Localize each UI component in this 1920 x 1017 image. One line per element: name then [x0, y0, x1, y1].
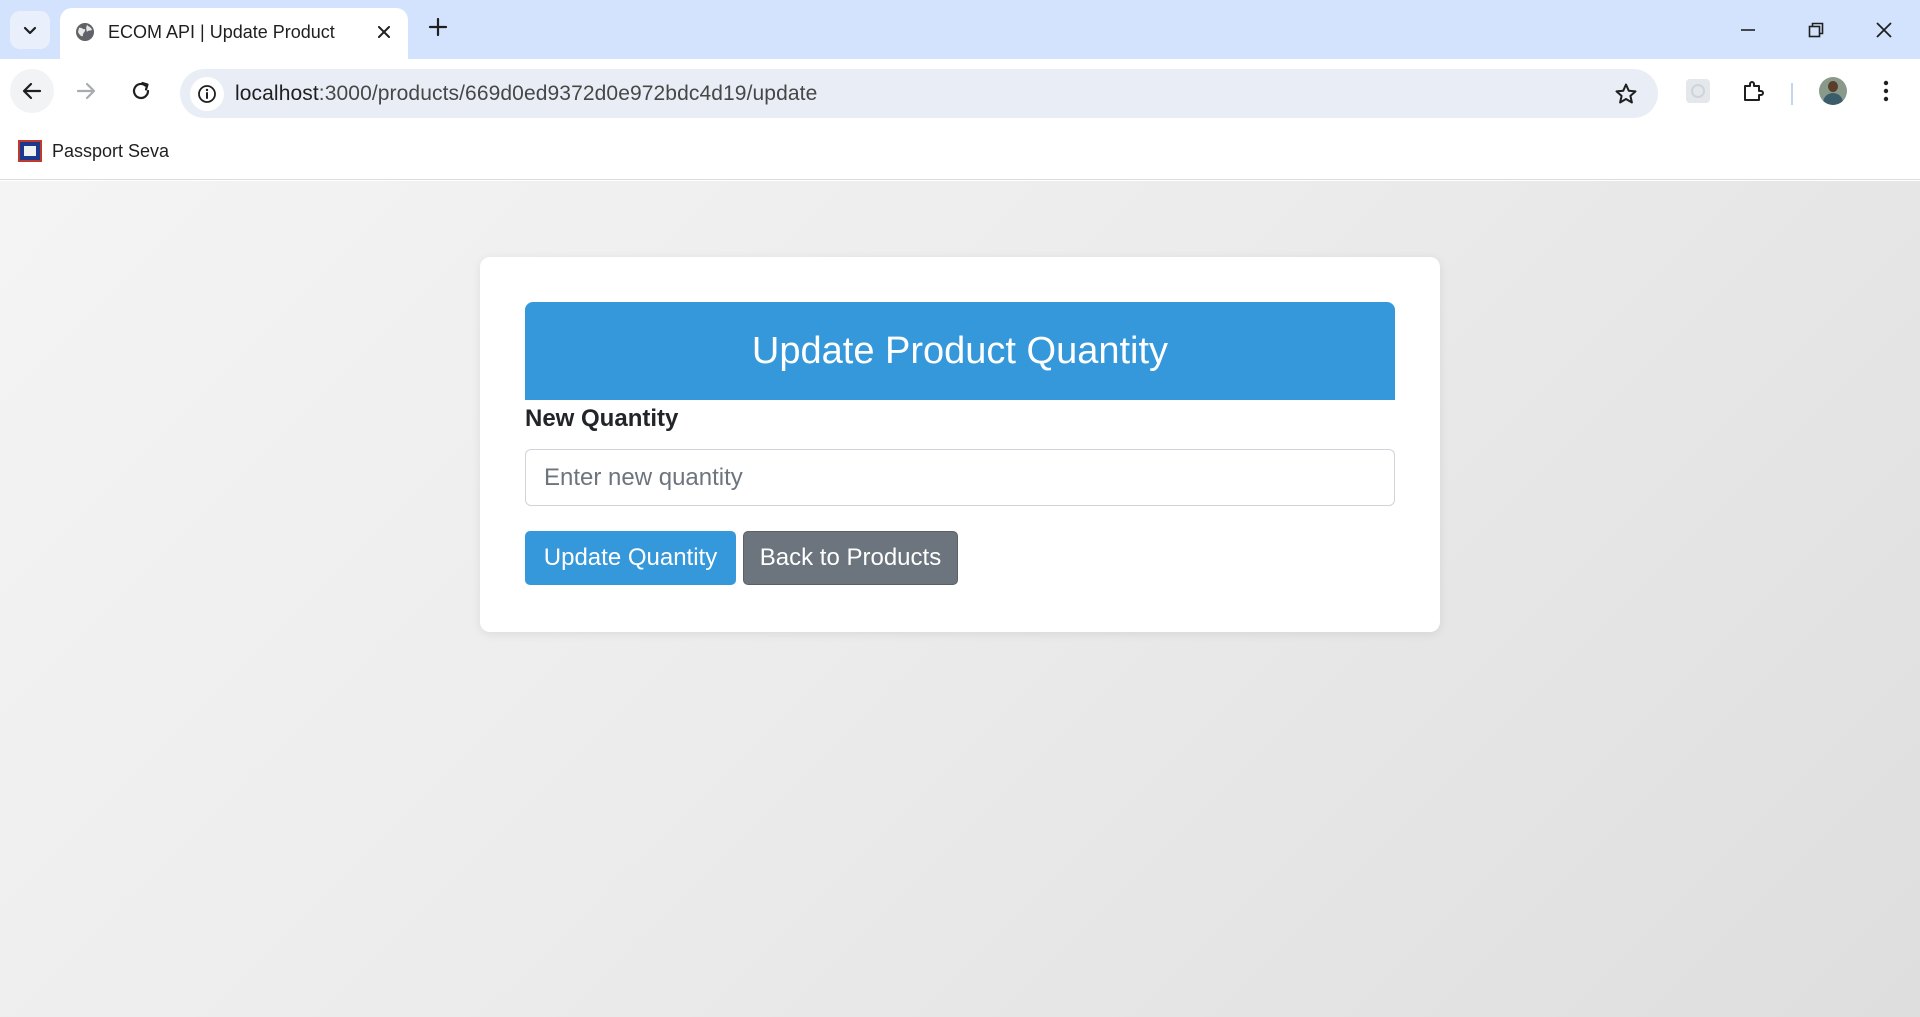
url-host: localhost — [235, 82, 319, 105]
tab-close-button[interactable] — [372, 20, 396, 44]
browser-menu-button[interactable] — [1864, 69, 1908, 113]
bookmark-label: Passport Seva — [52, 140, 170, 161]
extensions-menu-button[interactable] — [1731, 69, 1775, 113]
tab-title: ECOM API | Update Product — [108, 22, 335, 42]
extension-button[interactable] — [1676, 69, 1720, 113]
restore-button[interactable] — [1794, 8, 1838, 52]
new-tab-button[interactable] — [423, 12, 453, 42]
quantity-input[interactable] — [525, 449, 1395, 506]
page-background: Update Product Quantity New Quantity Upd… — [0, 181, 1920, 1017]
more-vertical-icon — [1883, 80, 1889, 102]
arrow-left-icon — [22, 82, 42, 100]
globe-icon — [76, 23, 94, 41]
reload-button[interactable] — [119, 69, 163, 113]
plus-icon — [428, 17, 448, 37]
update-form-card: Update Product Quantity New Quantity Upd… — [480, 257, 1440, 632]
passport-seva-favicon-icon — [18, 140, 42, 162]
active-tab[interactable]: ECOM API | Update Product — [60, 8, 408, 59]
toolbar-divider — [1791, 83, 1793, 105]
close-icon — [378, 26, 390, 38]
back-button[interactable] — [10, 69, 54, 113]
chevron-down-icon — [23, 26, 37, 35]
forward-button[interactable] — [64, 69, 108, 113]
info-icon — [198, 85, 216, 103]
tab-search-button[interactable] — [10, 11, 50, 49]
site-info-button[interactable] — [190, 77, 224, 111]
bookmark-passport-seva[interactable]: Passport Seva — [18, 138, 169, 164]
url-text[interactable]: localhost:3000/products/669d0ed9372d0e97… — [235, 82, 817, 106]
reload-icon — [132, 81, 150, 100]
close-icon — [1876, 22, 1892, 38]
profile-button[interactable] — [1811, 69, 1855, 113]
avatar — [1819, 77, 1847, 105]
tab-strip: ECOM API | Update Product — [0, 0, 1920, 59]
page-title: Update Product Quantity — [751, 329, 1169, 372]
minimize-icon — [1741, 29, 1755, 31]
form-header: Update Product Quantity — [525, 302, 1395, 400]
address-bar[interactable]: localhost:3000/products/669d0ed9372d0e97… — [180, 69, 1658, 118]
puzzle-icon — [1744, 81, 1764, 101]
minimize-button[interactable] — [1726, 8, 1770, 52]
back-to-products-button[interactable]: Back to Products — [743, 531, 958, 585]
arrow-right-icon — [76, 82, 96, 100]
browser-toolbar: localhost:3000/products/669d0ed9372d0e97… — [0, 59, 1920, 122]
extension-app-icon — [1686, 79, 1710, 103]
star-icon — [1615, 83, 1637, 104]
url-path: :3000/products/669d0ed9372d0e972bdc4d19/… — [318, 82, 818, 105]
bookmarks-bar: Passport Seva — [0, 122, 1920, 180]
update-quantity-button[interactable]: Update Quantity — [525, 531, 736, 585]
bookmark-star-button[interactable] — [1610, 78, 1642, 110]
close-window-button[interactable] — [1862, 8, 1906, 52]
restore-icon — [1808, 22, 1824, 38]
quantity-label: New Quantity — [525, 405, 679, 432]
